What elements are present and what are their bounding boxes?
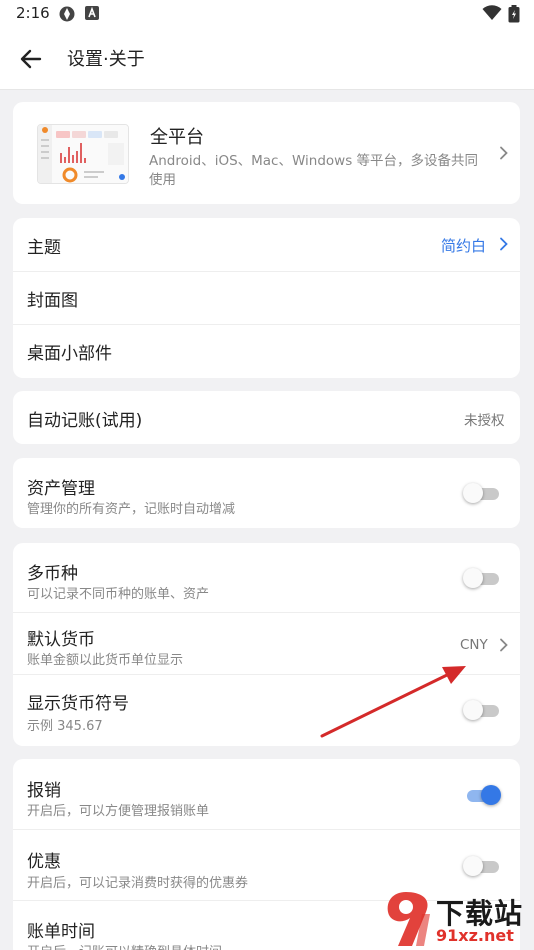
asset-label: 资产管理 bbox=[27, 479, 95, 499]
billtime-label: 账单时间 bbox=[27, 922, 95, 942]
watermark-logo-icon bbox=[387, 892, 430, 946]
app-bar: 设置·关于 bbox=[0, 28, 534, 90]
status-time: 2:16 bbox=[16, 4, 50, 22]
chevron-right-icon bbox=[500, 638, 508, 652]
multi-currency-label: 多币种 bbox=[27, 564, 78, 584]
page-title: 设置·关于 bbox=[67, 49, 145, 70]
theme-row[interactable]: 主题 简约白 bbox=[13, 218, 520, 271]
currency-symbol-sub: 示例 345.67 bbox=[27, 719, 103, 734]
appearance-card: 主题 简约白 封面图 桌面小部件 bbox=[13, 218, 520, 378]
multi-currency-toggle[interactable] bbox=[463, 567, 501, 589]
default-currency-value: CNY bbox=[460, 637, 488, 653]
auto-bookkeeping-status: 未授权 bbox=[464, 413, 505, 429]
currency-symbol-row: 显示货币符号 示例 345.67 bbox=[13, 675, 520, 746]
theme-label: 主题 bbox=[27, 238, 61, 258]
chevron-right-icon bbox=[500, 146, 508, 160]
reimburse-row: 报销 开启后，可以方便管理报销账单 bbox=[13, 759, 520, 829]
reimburse-label: 报销 bbox=[27, 781, 61, 801]
default-currency-row[interactable]: 默认货币 账单金额以此货币单位显示 CNY bbox=[13, 613, 520, 674]
back-arrow-icon[interactable] bbox=[16, 45, 48, 73]
widget-row[interactable]: 桌面小部件 bbox=[13, 325, 520, 378]
coupon-toggle[interactable] bbox=[463, 855, 501, 877]
cover-row[interactable]: 封面图 bbox=[13, 272, 520, 324]
a-badge-icon bbox=[85, 6, 99, 20]
platform-title: 全平台 bbox=[150, 127, 204, 148]
reimburse-toggle[interactable] bbox=[463, 784, 501, 806]
multi-currency-sub: 可以记录不同币种的账单、资产 bbox=[27, 587, 210, 602]
theme-value: 简约白 bbox=[441, 237, 487, 255]
platform-subtitle-line2: 使用 bbox=[149, 172, 176, 188]
default-currency-label: 默认货币 bbox=[27, 630, 95, 650]
cover-label: 封面图 bbox=[27, 291, 78, 311]
currency-symbol-toggle[interactable] bbox=[463, 699, 501, 721]
multi-currency-row: 多币种 可以记录不同币种的账单、资产 bbox=[13, 543, 520, 612]
billtime-sub: 开启后，记账可以精确到具体时间 bbox=[27, 941, 222, 950]
asset-sub: 管理你的所有资产，记账时自动增减 bbox=[27, 502, 236, 517]
coupon-sub: 开启后，可以记录消费时获得的优惠券 bbox=[27, 876, 249, 891]
reimburse-sub: 开启后，可以方便管理报销账单 bbox=[27, 804, 210, 819]
site-watermark: 下载站 91xz.net bbox=[384, 888, 534, 950]
currency-card: 多币种 可以记录不同币种的账单、资产 默认货币 账单金额以此货币单位显示 CNY… bbox=[13, 543, 520, 746]
app-screenshot-thumbnail bbox=[37, 124, 129, 184]
status-bar: 2:16 bbox=[0, 0, 534, 28]
watermark-url: 91xz.net bbox=[436, 926, 514, 945]
platform-card[interactable]: 全平台 Android、iOS、Mac、Windows 等平台，多设备共同 使用 bbox=[13, 102, 520, 204]
auto-bookkeeping-label: 自动记账(试用) bbox=[27, 411, 143, 431]
coupon-label: 优惠 bbox=[27, 852, 61, 872]
platform-subtitle-line1: Android、iOS、Mac、Windows 等平台，多设备共同 bbox=[149, 153, 479, 169]
battery-icon bbox=[508, 5, 520, 23]
asset-card: 资产管理 管理你的所有资产，记账时自动增减 bbox=[13, 458, 520, 528]
wifi-icon bbox=[482, 5, 502, 20]
widget-label: 桌面小部件 bbox=[27, 344, 112, 364]
sync-icon bbox=[59, 6, 75, 22]
asset-toggle[interactable] bbox=[463, 482, 501, 504]
auto-bookkeeping-card[interactable]: 自动记账(试用) 未授权 bbox=[13, 391, 520, 444]
default-currency-sub: 账单金额以此货币单位显示 bbox=[27, 653, 184, 668]
currency-symbol-label: 显示货币符号 bbox=[27, 694, 129, 714]
chevron-right-icon bbox=[500, 237, 508, 251]
